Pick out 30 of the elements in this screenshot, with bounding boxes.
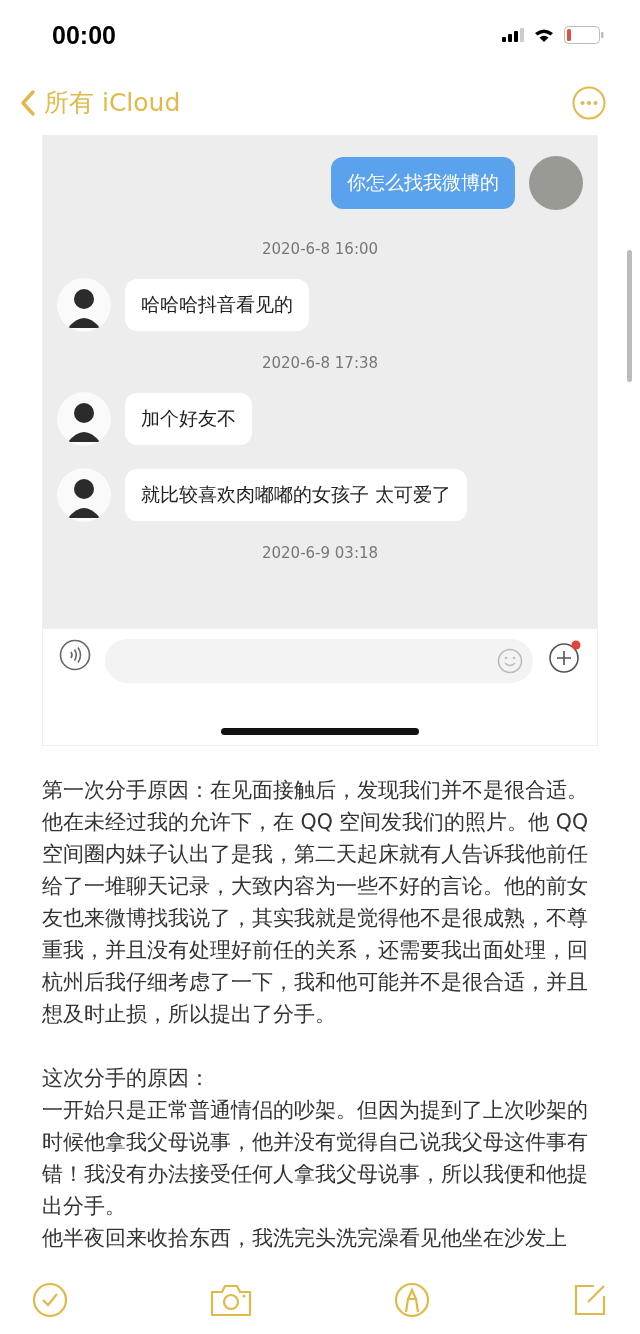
received-message-bubble: 加个好友不 [125, 393, 252, 445]
message-timestamp: 2020-6-9 03:18 [260, 544, 380, 562]
note-paragraph: 一开始只是正常普通情侣的吵架。但因为提到了上次吵架的时候他拿我父母说事，他并没有觉得自己说我父母这件事有错！我没有办法接受任何人拿我父母说事，所以我便和他提出分手。 [42, 1097, 589, 1220]
message-timestamp: 2020-6-8 17:38 [260, 354, 380, 372]
note-paragraph: 第一次分手原因：在见面接触后，发现我们并不是很合适。他在未经过我的允许下，在 QQ 空间发我们的照片。他 QQ 空间圈内妹子认出了是我，第二天起床就有人告诉我他前任给了一堆聊天记录，大致内容为一些不好的言论。他的前女友也来微博找我说了，其实我就是觉得他不是很成熟，不尊重我，并且没有处理好前任的关系，还需要我出面处理，回杭州后我仔细考虑了一下，我和他可能并不是很合适，并且想及时止损，所以提出了分手。 [42, 777, 590, 1028]
checklist-icon[interactable] [32, 1282, 68, 1318]
avatar-silhouette-icon [57, 468, 111, 522]
chevron-left-icon [20, 88, 36, 117]
wifi-icon [534, 28, 554, 42]
note-paragraph: 这次分手的原因： [42, 1065, 211, 1092]
battery-icon [564, 26, 604, 44]
add-icon[interactable] [547, 639, 583, 675]
note-paragraph: 他半夜回来收拾东西，我洗完头洗完澡看见他坐在沙发上 [42, 1225, 568, 1252]
received-message-bubble: 哈哈哈抖音看见的 [125, 279, 309, 331]
avatar-silhouette-icon [57, 392, 111, 446]
received-message-bubble: 就比较喜欢肉嘟嘟的女孩子 太可爱了 [125, 469, 468, 521]
message-input-field[interactable] [105, 639, 533, 683]
sent-message-bubble: 你怎么找我微博的 [331, 157, 515, 209]
compose-icon[interactable] [572, 1282, 608, 1318]
emoji-icon[interactable] [497, 648, 523, 674]
signal-icon [502, 28, 524, 42]
camera-icon[interactable] [210, 1283, 252, 1317]
message-timestamp: 2020-6-8 16:00 [260, 240, 380, 258]
back-button[interactable]: 所有 iCloud [20, 86, 181, 119]
more-options-icon[interactable] [572, 85, 606, 120]
avatar-photo-placeholder [529, 156, 583, 210]
status-time: 00:00 [52, 20, 116, 50]
markup-pen-icon[interactable] [394, 1282, 430, 1318]
avatar-silhouette-icon [57, 278, 111, 332]
voice-icon[interactable] [59, 639, 91, 671]
